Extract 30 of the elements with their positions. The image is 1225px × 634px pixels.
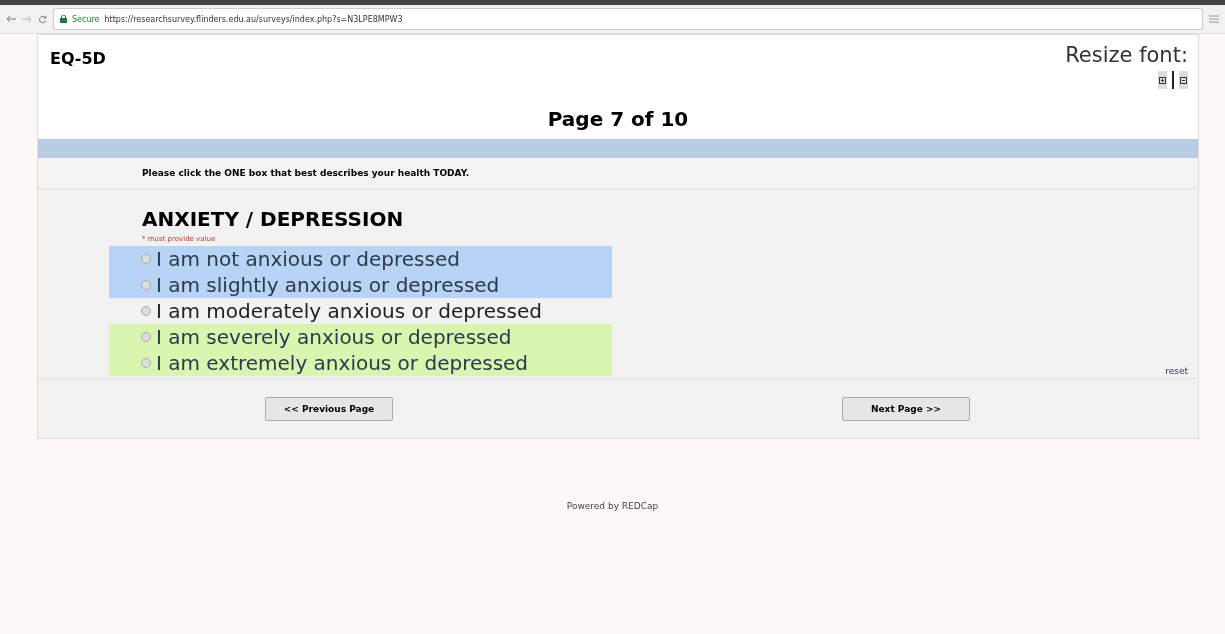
menu-icon[interactable] [1209,15,1219,23]
back-icon[interactable] [6,15,16,23]
increase-font-button[interactable] [1158,71,1167,89]
forward-icon[interactable] [22,15,32,23]
answer-option[interactable]: I am slightly anxious or depressed [109,272,612,298]
radio-button[interactable] [141,358,151,368]
radio-button[interactable] [141,306,151,316]
divider-icon [1172,71,1174,89]
footer-text: Powered by REDCap [565,501,660,511]
reload-icon[interactable] [38,14,47,24]
resize-font-label: Resize font: [1065,43,1188,67]
answer-option[interactable]: I am moderately anxious or depressed [109,298,612,324]
lock-icon [60,15,67,23]
reset-link[interactable]: reset [1165,366,1188,376]
next-page-button[interactable]: Next Page >> [842,396,970,421]
radio-button[interactable] [141,254,151,264]
url-text: https://researchsurvey.flinders.edu.au/surveys/index.php?s=N3LPE8MPW3 [104,14,403,24]
security-label: Secure [72,14,100,24]
page-indicator: Page 7 of 10 [547,107,689,131]
previous-page-button[interactable]: << Previous Page [265,396,393,421]
survey-title: EQ-5D [50,49,106,68]
answer-option[interactable]: I am severely anxious or depressed [109,324,612,350]
answer-option[interactable]: I am extremely anxious or depressed [109,350,612,376]
answer-option[interactable]: I am not anxious or depressed [109,246,612,272]
decrease-font-button[interactable] [1179,71,1188,89]
instruction-text: Please click the ONE box that best describes your health TODAY. [38,158,1198,189]
radio-button[interactable] [141,332,151,342]
radio-button[interactable] [141,280,151,290]
question-title: ANXIETY / DEPRESSION [142,207,405,231]
address-bar[interactable]: Secure https://researchsurvey.flinders.edu.au/surveys/index.php?s=N3LPE8MPW3 [53,8,1203,30]
